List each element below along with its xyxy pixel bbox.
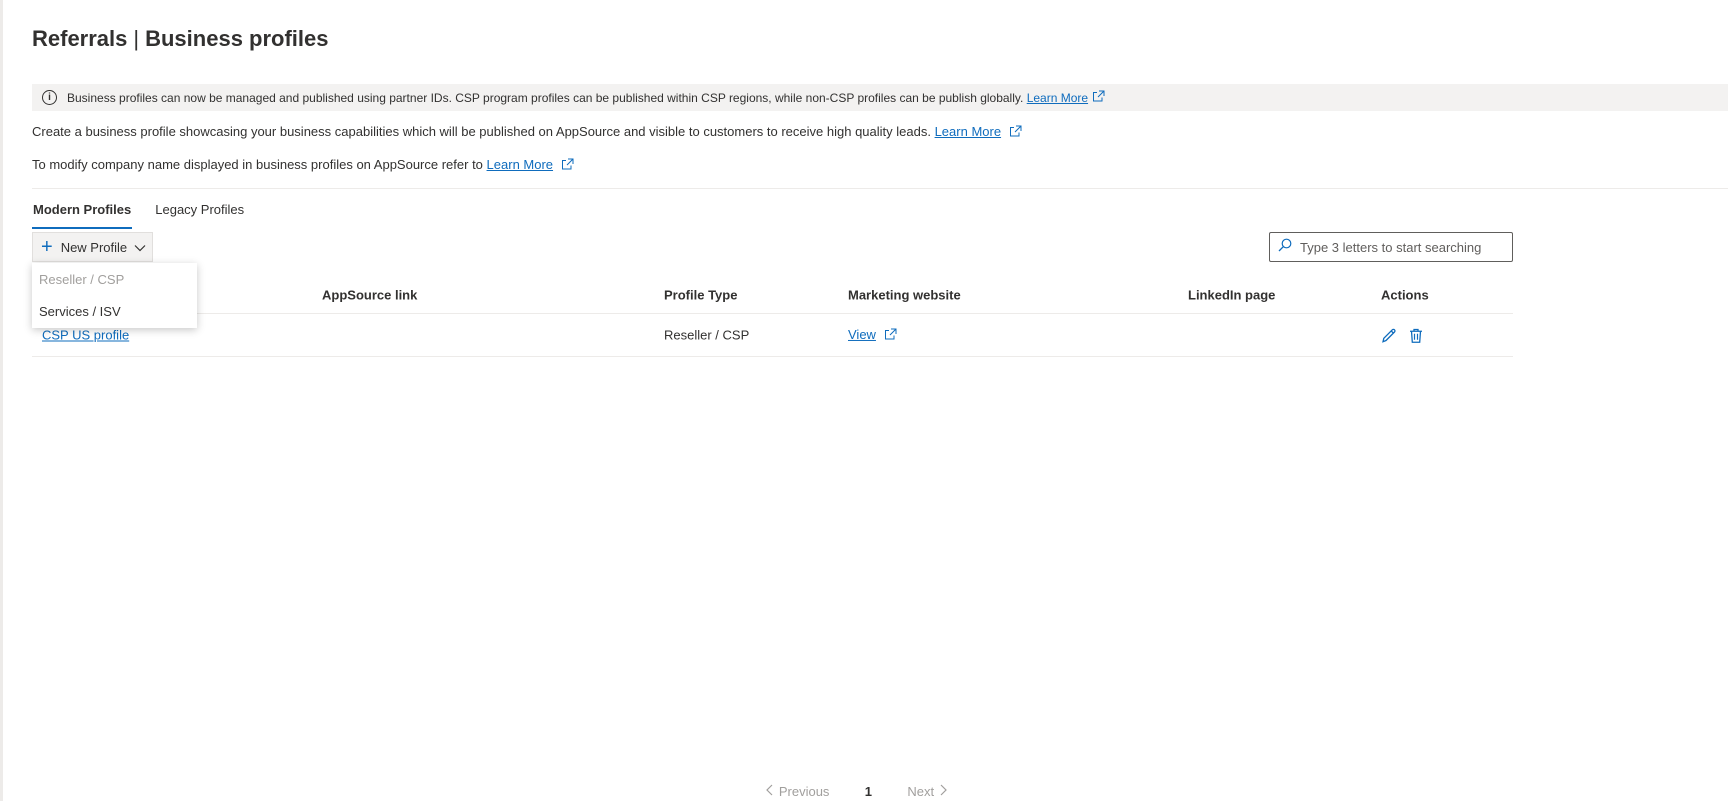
section-divider (32, 188, 1728, 189)
external-link-icon (561, 158, 574, 173)
info-icon: i (42, 90, 57, 105)
pagination-next-button[interactable]: Next (907, 783, 948, 799)
plus-icon: + (41, 236, 53, 258)
chevron-right-icon (940, 784, 948, 799)
column-header-actions: Actions (1381, 287, 1429, 302)
actions-cell (1381, 327, 1431, 344)
search-icon (1278, 238, 1292, 257)
profile-name-link[interactable]: CSP US profile (42, 328, 129, 343)
search-box[interactable] (1269, 232, 1513, 262)
page-title-page: Business profiles (145, 26, 329, 51)
edit-icon[interactable] (1381, 327, 1397, 343)
column-header-profile-type[interactable]: Profile Type (664, 287, 737, 302)
description-line-2: To modify company name displayed in busi… (32, 157, 574, 173)
new-profile-label: New Profile (60, 239, 128, 255)
pagination: Previous 1 Next (0, 775, 1728, 801)
page-title-separator: | (133, 26, 140, 51)
description-line-1: Create a business profile showcasing you… (32, 124, 1022, 140)
profile-tabs: Modern Profiles Legacy Profiles (32, 200, 267, 229)
info-learn-more-link[interactable]: Learn More (1027, 91, 1088, 105)
info-message-bar: i Business profiles can now be managed a… (32, 84, 1728, 111)
external-link-icon (884, 328, 897, 343)
pagination-previous-label: Previous (778, 783, 830, 799)
new-profile-button[interactable]: + New Profile (32, 232, 153, 262)
column-header-appsource-link[interactable]: AppSource link (322, 287, 417, 302)
pagination-previous-button[interactable]: Previous (765, 783, 830, 799)
table-header: AppSource link Profile Type Marketing we… (32, 276, 1513, 314)
info-message-text: Business profiles can now be managed and… (67, 90, 1024, 105)
marketing-website-cell: View (848, 327, 897, 343)
page-title: Referrals | Business profiles (32, 26, 329, 52)
search-input[interactable] (1300, 239, 1500, 255)
description-text-1: Create a business profile showcasing you… (32, 124, 931, 139)
pagination-next-label: Next (907, 783, 935, 799)
table-row: CSP US profile Reseller / CSP View (32, 314, 1513, 357)
column-header-linkedin-page[interactable]: LinkedIn page (1188, 287, 1275, 302)
left-border (0, 0, 3, 801)
chevron-left-icon (765, 784, 773, 799)
profile-type-cell: Reseller / CSP (664, 327, 750, 343)
column-header-marketing-website[interactable]: Marketing website (848, 287, 961, 302)
tab-legacy-profiles[interactable]: Legacy Profiles (154, 200, 245, 229)
delete-icon[interactable] (1409, 327, 1423, 343)
chevron-down-icon (134, 240, 146, 255)
description-learn-more-link-1[interactable]: Learn More (935, 124, 1001, 139)
description-text-2: To modify company name displayed in busi… (32, 157, 483, 172)
menu-item-services-isv[interactable]: Services / ISV (32, 295, 197, 327)
description-learn-more-link-2[interactable]: Learn More (487, 157, 553, 172)
marketing-website-view-link[interactable]: View (848, 327, 876, 342)
external-link-icon (1092, 90, 1105, 105)
tab-modern-profiles[interactable]: Modern Profiles (32, 200, 133, 229)
new-profile-menu: Reseller / CSP Services / ISV (32, 263, 197, 328)
page-title-section: Referrals (32, 26, 128, 51)
external-link-icon (1009, 125, 1022, 140)
pagination-page-1[interactable]: 1 (853, 784, 883, 801)
menu-item-reseller-csp: Reseller / CSP (39, 271, 125, 287)
